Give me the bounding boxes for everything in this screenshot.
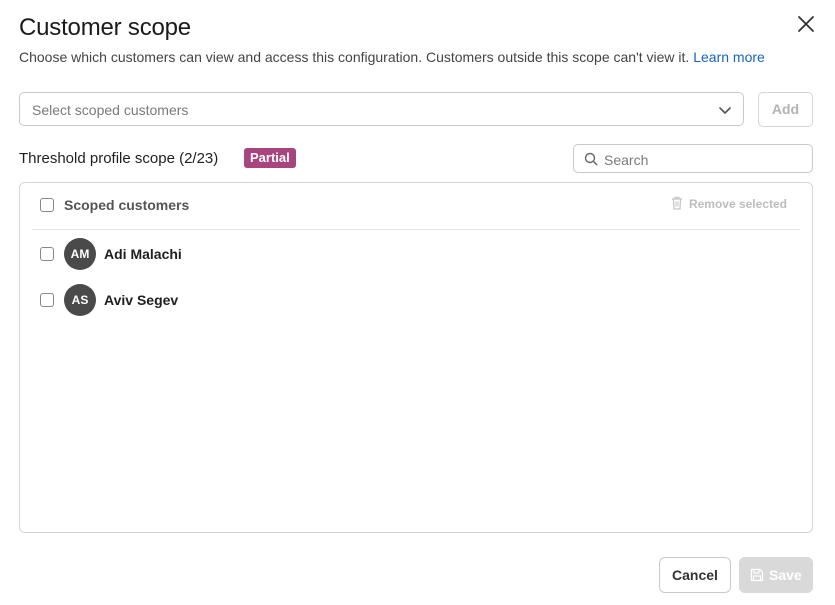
scoped-customers-panel: Scoped customers Remove selected AM Adi … [19,182,813,533]
dialog-title: Customer scope [19,14,191,41]
remove-selected-button[interactable]: Remove selected [671,196,787,211]
chevron-down-icon [719,107,731,114]
dialog-subtitle: Choose which customers can view and acce… [19,49,765,65]
add-button[interactable]: Add [758,92,813,127]
customer-select[interactable]: Select scoped customers [19,92,744,126]
learn-more-link[interactable]: Learn more [693,49,765,65]
search-input[interactable]: Search [573,144,813,173]
trash-icon [671,196,682,210]
list-header-label: Scoped customers [64,197,190,213]
select-all-checkbox[interactable] [40,198,54,212]
search-placeholder: Search [604,152,649,168]
save-label: Save [769,567,802,583]
row-checkbox[interactable] [40,293,54,307]
avatar: AS [64,284,96,316]
status-badge: Partial [244,148,296,168]
close-icon[interactable] [795,13,817,35]
search-icon [584,152,598,166]
customer-name: Adi Malachi [104,246,182,262]
save-icon [750,568,764,582]
remove-selected-label: Remove selected [688,197,787,211]
save-button[interactable]: Save [739,557,813,593]
subtitle-text: Choose which customers can view and acce… [19,49,690,65]
scope-title: Threshold profile scope (2/23) [19,150,219,167]
cancel-button[interactable]: Cancel [659,557,731,593]
customer-name: Aviv Segev [104,292,179,308]
divider [32,229,800,230]
avatar: AM [64,238,96,270]
select-placeholder: Select scoped customers [32,102,189,118]
row-checkbox[interactable] [40,247,54,261]
